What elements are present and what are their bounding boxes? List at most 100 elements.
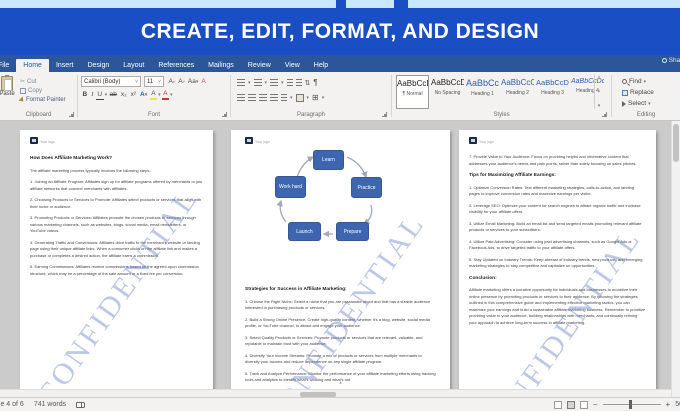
show-hide-pilcrow-icon[interactable]: ¶ [313, 78, 317, 87]
sort-icon[interactable]: ⇅ [305, 79, 311, 87]
change-case-button[interactable]: Aa ▾ [186, 76, 199, 87]
grow-font-button[interactable]: A ˄ [167, 76, 177, 87]
style-name: Heading 3 [541, 90, 564, 96]
superscript-icon: x² [130, 91, 137, 98]
align-left-icon[interactable] [237, 93, 245, 102]
word-count[interactable]: 741 words [34, 401, 66, 408]
borders-icon[interactable]: ⊞ [312, 93, 319, 102]
logo-label: Your logo [40, 140, 55, 144]
strikethrough-button[interactable]: ab [108, 89, 118, 100]
style-no-spacing[interactable]: AaBbCcDc No Spacing [431, 75, 464, 109]
tab-view[interactable]: View [278, 59, 307, 72]
zoom-in-button[interactable]: + [666, 400, 671, 409]
vertical-scrollbar[interactable] [671, 121, 680, 397]
numbering-icon[interactable] [253, 78, 262, 87]
page3-item: 4. Utilize Paid Advertising: Consider us… [469, 238, 632, 251]
bullets-dropdown[interactable]: ▾ [248, 80, 251, 86]
replace-button[interactable]: Replace [622, 87, 654, 98]
bullets-icon[interactable] [237, 78, 245, 87]
clipboard-dialog-launcher[interactable] [69, 112, 74, 117]
share-button[interactable]: Share [661, 57, 680, 64]
diagram-node-practice[interactable]: Practice [351, 177, 382, 198]
diagram-node-prepare[interactable]: Prepare [336, 222, 369, 241]
bold-button[interactable]: B [81, 89, 89, 100]
diagram-node-learn[interactable]: Learn [313, 150, 344, 170]
cut-button[interactable]: ✂ Cut [20, 77, 66, 86]
borders-dropdown[interactable]: ▾ [322, 95, 325, 101]
tab-layout[interactable]: Layout [116, 59, 151, 72]
arrow-workhard-to-learn [296, 156, 315, 178]
highlight-button[interactable]: A [149, 89, 158, 100]
select-button[interactable]: Select ▾ [622, 98, 654, 109]
clear-formatting-button[interactable]: A [200, 76, 207, 87]
proofing-icon[interactable] [76, 401, 86, 408]
subscript-button[interactable]: x₂ [119, 89, 128, 100]
web-layout-button[interactable] [579, 400, 588, 409]
find-button[interactable]: Find ▾ [622, 76, 654, 87]
copy-button[interactable]: Copy [20, 86, 66, 95]
paragraph-group: ▾ ▾ ▾ ⇅ ¶ ▾ ▾ ⊞ ▾ Paragraph [231, 72, 391, 120]
numbering-dropdown[interactable]: ▾ [265, 80, 268, 86]
styles-gallery-more-icon[interactable]: ▾ [598, 103, 601, 109]
shading-icon[interactable] [295, 93, 304, 102]
style-normal[interactable]: AaBbCcDc ¶ Normal [396, 75, 429, 109]
zoom-out-button[interactable]: − [593, 400, 598, 409]
tab-home[interactable]: Home [16, 59, 49, 72]
diagram-node-launch[interactable]: Launch [288, 222, 321, 241]
style-name: ¶ Normal [402, 91, 423, 97]
font-size-combo[interactable]: 11 ˅ [144, 76, 164, 87]
styles-dialog-launcher[interactable] [602, 112, 607, 117]
zoom-slider[interactable] [602, 400, 661, 409]
horizontal-scrollbar[interactable] [0, 389, 671, 397]
banner-title: CREATE, EDIT, FORMAT, AND DESIGN [140, 19, 540, 43]
shrink-font-button[interactable]: A ˅ [177, 76, 187, 87]
tab-references[interactable]: References [151, 59, 201, 72]
editing-group: Find ▾ Replace Select ▾ Editing [612, 72, 680, 120]
superscript-button[interactable]: x² [129, 89, 137, 100]
italic-button[interactable]: I [90, 89, 95, 100]
text-effects-button[interactable]: A ▾ [139, 89, 149, 100]
align-right-icon[interactable] [259, 93, 267, 102]
styles-scroll-up-icon[interactable]: ˄ [598, 75, 601, 81]
style-heading-2[interactable]: AaBbCcC Heading 2 [501, 75, 534, 109]
vertical-scroll-thumb[interactable] [673, 124, 679, 162]
underline-dropdown[interactable]: ▾ [105, 92, 108, 98]
tab-file[interactable]: File [0, 59, 16, 72]
font-name-combo[interactable]: Calibri (Body) ˅ [81, 76, 141, 87]
page1-item: 4. Generating Traffic and Conversions: A… [30, 239, 200, 258]
format-painter-button[interactable]: Format Painter [18, 95, 66, 104]
styles-scroll-down-icon[interactable]: ˅ [598, 89, 601, 95]
increase-indent-icon[interactable] [295, 78, 302, 87]
page3-item: 1. Optimize Conversion Rates: Test diffe… [469, 184, 635, 197]
style-heading-3[interactable]: AaBbCcD Heading 3 [536, 75, 569, 109]
paste-button[interactable]: Paste [0, 75, 20, 97]
tab-design[interactable]: Design [80, 59, 116, 72]
font-dialog-launcher[interactable] [222, 112, 227, 117]
print-layout-button[interactable] [566, 400, 575, 409]
multilevel-list-icon[interactable] [270, 78, 279, 87]
line-spacing-dropdown[interactable]: ▾ [290, 95, 293, 101]
multilevel-dropdown[interactable]: ▾ [281, 80, 284, 86]
decrease-indent-icon[interactable] [286, 78, 293, 87]
tab-review[interactable]: Review [241, 59, 278, 72]
tab-mailings[interactable]: Mailings [201, 59, 241, 72]
diagram-node-workhard[interactable]: Work hard [275, 176, 306, 198]
style-heading-1[interactable]: AaBbCc Heading 1 [466, 75, 499, 109]
read-mode-button[interactable] [553, 400, 562, 409]
cycle-diagram[interactable]: Learn Practice Prepare Launch Work hard [231, 144, 450, 254]
align-center-icon[interactable] [248, 93, 256, 102]
underline-button[interactable]: U [95, 89, 104, 100]
line-spacing-icon[interactable] [281, 93, 287, 102]
highlight-dropdown[interactable]: ▾ [158, 92, 161, 98]
justify-icon[interactable] [270, 93, 278, 102]
zoom-percentage[interactable]: 50 [675, 401, 680, 408]
font-color-dropdown[interactable]: ▾ [170, 92, 173, 98]
tab-insert[interactable]: Insert [49, 59, 81, 72]
paragraph-dialog-launcher[interactable] [382, 112, 387, 117]
horizontal-scroll-thumb[interactable] [300, 391, 336, 397]
font-color-button[interactable]: A [161, 89, 169, 100]
page-indicator[interactable]: Page 4 of 6 [0, 401, 24, 408]
zoom-slider-thumb[interactable] [628, 400, 632, 409]
tab-help[interactable]: Help [307, 59, 335, 72]
shading-dropdown[interactable]: ▾ [307, 95, 310, 101]
